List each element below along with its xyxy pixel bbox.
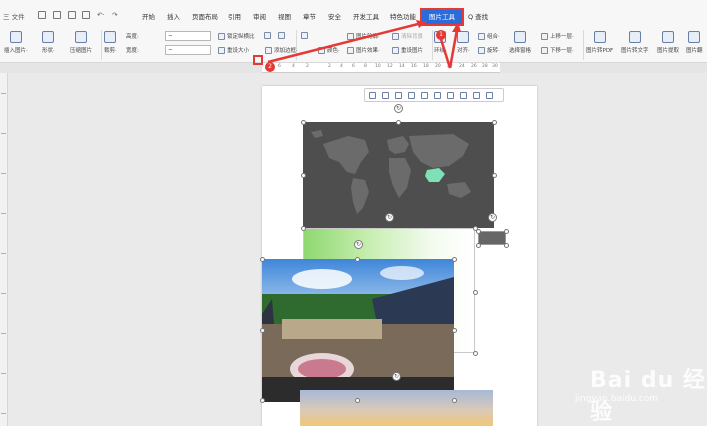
step-badge-2: 2 [265, 62, 275, 72]
step-badge-1: 1 [436, 30, 446, 40]
baidu-watermark-url: jingyan.baidu.com [575, 394, 659, 404]
annotation-highlight-box [253, 55, 263, 65]
